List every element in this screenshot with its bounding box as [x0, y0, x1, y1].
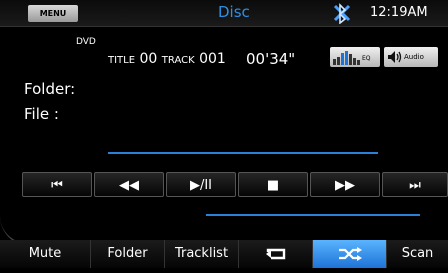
title-track-info: TITLE 00 TRACK 001 [108, 51, 226, 67]
elapsed-time: 00'34" [246, 50, 296, 68]
rewind-button[interactable]: ◀◀ [94, 172, 164, 197]
previous-track-button[interactable]: ⏮ [22, 172, 92, 197]
mute-button[interactable]: Mute [0, 240, 90, 268]
divider-line [108, 152, 378, 154]
repeat-button[interactable] [238, 240, 312, 268]
source-label: Disc [218, 3, 250, 21]
media-type: DVD [76, 37, 96, 47]
file-label: File : [24, 105, 59, 123]
track-number: 001 [199, 51, 226, 67]
clock: 12:19AM [370, 5, 428, 20]
title-label: TITLE [108, 55, 136, 66]
menu-button[interactable]: MENU [28, 5, 78, 22]
eq-label: EQ [362, 55, 371, 62]
next-track-button[interactable]: ⏭ [382, 172, 448, 197]
top-bar: MENU Disc 12:19AM [0, 0, 448, 27]
transport-controls: ⏮ ◀◀ ▶/II ■ ▶▶ ⏭ [22, 172, 448, 197]
fast-forward-button[interactable]: ▶▶ [310, 172, 380, 197]
scan-button[interactable]: Scan [386, 240, 448, 268]
tracklist-button[interactable]: Tracklist [164, 240, 238, 268]
audio-button[interactable]: Audio [384, 47, 438, 67]
eq-button[interactable]: EQ [330, 47, 380, 67]
title-number: 00 [139, 51, 158, 67]
shuffle-icon [338, 247, 362, 261]
folder-button[interactable]: Folder [90, 240, 164, 268]
shuffle-button[interactable] [312, 240, 386, 268]
play-pause-button[interactable]: ▶/II [166, 172, 236, 197]
speaker-icon [388, 51, 402, 63]
track-label: TRACK [161, 55, 195, 66]
audio-label: Audio [404, 53, 424, 61]
progress-line [206, 214, 420, 216]
equalizer-icon [333, 51, 360, 65]
stop-button[interactable]: ■ [238, 172, 308, 197]
repeat-icon [265, 248, 285, 260]
folder-label: Folder: [24, 80, 76, 98]
bluetooth-icon [331, 2, 353, 25]
